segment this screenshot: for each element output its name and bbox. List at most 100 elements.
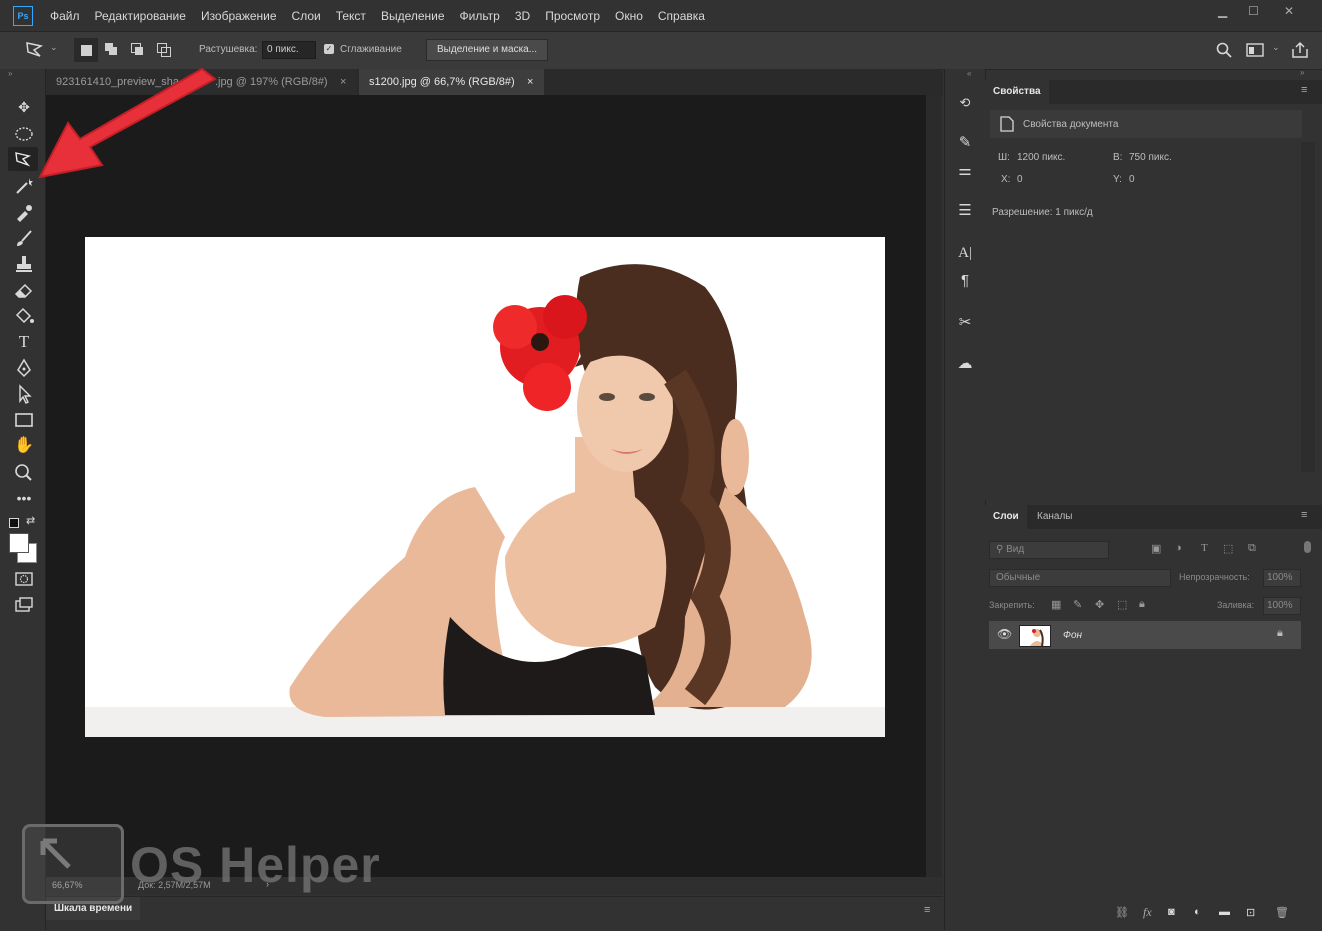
- menu-image[interactable]: Изображение: [201, 9, 277, 23]
- pen-tool-icon[interactable]: [12, 358, 36, 378]
- lock-all-icon[interactable]: 🔒︎: [1139, 598, 1145, 611]
- filter-adjustment-icon[interactable]: ◑: [1175, 542, 1182, 554]
- maximize-button[interactable]: ☐: [1248, 4, 1259, 18]
- height-value[interactable]: 750 пикс.: [1129, 152, 1172, 163]
- new-group-icon[interactable]: ▬: [1219, 906, 1230, 918]
- tab-properties[interactable]: Свойства: [985, 80, 1049, 104]
- eraser-tool-icon[interactable]: [12, 280, 36, 300]
- subtract-selection-button[interactable]: [131, 43, 145, 57]
- menu-filter[interactable]: Фильтр: [460, 9, 500, 23]
- new-layer-icon[interactable]: ⊡: [1246, 906, 1255, 919]
- menu-view[interactable]: Просмотр: [545, 9, 600, 23]
- eye-visibility-icon[interactable]: 👁︎: [997, 627, 1012, 641]
- layer-row[interactable]: 👁︎ Фон 🔒︎: [989, 621, 1301, 649]
- menu-select[interactable]: Выделение: [381, 9, 445, 23]
- tab-channels[interactable]: Каналы: [1029, 505, 1081, 529]
- link-layers-icon[interactable]: ⛓: [1115, 906, 1129, 919]
- history-icon[interactable]: ⟲: [953, 91, 977, 115]
- properties-menu-icon[interactable]: ≡: [1301, 84, 1307, 96]
- new-selection-icon: [81, 45, 92, 56]
- quick-mask-icon[interactable]: [12, 569, 36, 589]
- screen-mode-icon[interactable]: [12, 595, 36, 615]
- menu-help[interactable]: Справка: [658, 9, 705, 23]
- filter-image-icon[interactable]: ▣: [1151, 542, 1161, 555]
- paint-bucket-tool-icon[interactable]: [12, 306, 36, 326]
- add-mask-icon[interactable]: ◙: [1168, 906, 1175, 918]
- hand-tool-icon[interactable]: ✋: [12, 436, 36, 456]
- paragraph-icon[interactable]: ¶: [953, 269, 977, 293]
- intersect-selection-button[interactable]: [157, 43, 171, 57]
- width-value[interactable]: 1200 пикс.: [1017, 152, 1065, 163]
- swap-colors-icon[interactable]: ⇄: [26, 514, 35, 527]
- default-colors-icon[interactable]: [9, 518, 19, 528]
- polygonal-lasso-icon[interactable]: [24, 40, 46, 60]
- tools-preset-icon[interactable]: ✂: [953, 311, 977, 335]
- tab-layers[interactable]: Слои: [985, 505, 1027, 529]
- workspace-chevron-icon[interactable]: ⌄: [1272, 42, 1280, 53]
- menu-text[interactable]: Текст: [336, 9, 366, 23]
- opacity-input[interactable]: 100%: [1263, 569, 1301, 587]
- menu-3d[interactable]: 3D: [515, 9, 530, 23]
- new-selection-button[interactable]: [74, 38, 98, 62]
- y-value[interactable]: 0: [1129, 174, 1135, 185]
- vertical-scrollbar[interactable]: [926, 95, 942, 877]
- fill-input[interactable]: 100%: [1263, 597, 1301, 615]
- menu-layers[interactable]: Слои: [292, 9, 321, 23]
- type-tool-icon[interactable]: T: [12, 332, 36, 352]
- libraries-icon[interactable]: ☰: [953, 199, 977, 223]
- lock-pixels-icon[interactable]: ✎: [1073, 598, 1082, 611]
- new-adjustment-icon[interactable]: ◐: [1194, 906, 1201, 918]
- fx-icon[interactable]: fx: [1143, 905, 1152, 920]
- lock-transparent-icon[interactable]: ▦: [1051, 598, 1061, 611]
- menu-window[interactable]: Окно: [615, 9, 643, 23]
- eyedropper-tool-icon[interactable]: [12, 202, 36, 222]
- filter-smart-object-icon[interactable]: ⧉: [1248, 542, 1256, 555]
- photoshop-logo: Ps: [13, 6, 33, 26]
- tab-close-icon[interactable]: ×: [340, 69, 346, 95]
- layers-header: Слои Каналы ≡: [985, 505, 1322, 529]
- close-button[interactable]: ✕: [1284, 4, 1294, 18]
- subtract-selection-icon-b: [135, 47, 143, 55]
- path-selection-tool-icon[interactable]: [12, 384, 36, 404]
- filter-shape-icon[interactable]: ⬚: [1223, 542, 1233, 555]
- more-tools-icon[interactable]: •••: [12, 488, 36, 508]
- minimize-button[interactable]: ▁: [1218, 4, 1227, 18]
- collapse-strip-icon[interactable]: «: [967, 69, 971, 78]
- tool-preset-chevron-icon[interactable]: ⌄: [50, 42, 58, 53]
- add-selection-button[interactable]: [105, 43, 119, 57]
- x-value[interactable]: 0: [1017, 174, 1023, 185]
- zoom-tool-icon[interactable]: [12, 462, 36, 482]
- creative-cloud-icon[interactable]: ☁: [953, 352, 977, 376]
- layer-filter-dropdown[interactable]: ⚲ Вид: [989, 541, 1109, 559]
- blend-mode-dropdown[interactable]: Обычные: [989, 569, 1171, 587]
- tab-close-icon[interactable]: ×: [527, 69, 533, 95]
- menu-edit[interactable]: Редактирование: [95, 9, 186, 23]
- collapse-toolbar-icon[interactable]: »: [8, 69, 12, 78]
- select-and-mask-button[interactable]: Выделение и маска...: [426, 39, 549, 61]
- foreground-color-swatch[interactable]: [9, 533, 29, 553]
- timeline-menu-icon[interactable]: ≡: [924, 904, 930, 916]
- layers-menu-icon[interactable]: ≡: [1301, 509, 1307, 521]
- properties-scrollbar[interactable]: [1301, 142, 1315, 472]
- collapse-panels-icon[interactable]: »: [1300, 68, 1304, 77]
- opacity-label: Непрозрачность:: [1179, 572, 1250, 582]
- brush-settings-icon[interactable]: ✎: [953, 131, 977, 155]
- brush-tool-icon[interactable]: [12, 228, 36, 248]
- adjustments-icon[interactable]: ⚌: [953, 159, 977, 183]
- search-icon[interactable]: [1216, 42, 1232, 58]
- document-image[interactable]: [85, 237, 885, 737]
- filter-type-icon[interactable]: T: [1201, 542, 1208, 554]
- lock-position-icon[interactable]: ✥: [1095, 598, 1104, 611]
- workspace-icon[interactable]: [1246, 43, 1264, 57]
- rectangle-tool-icon[interactable]: [12, 410, 36, 430]
- clone-stamp-tool-icon[interactable]: [12, 254, 36, 274]
- delete-layer-icon[interactable]: 🗑︎: [1275, 906, 1289, 919]
- tab-document-2[interactable]: s1200.jpg @ 66,7% (RGB/8#) ×: [359, 69, 544, 95]
- filter-toggle[interactable]: [1304, 541, 1311, 553]
- character-icon[interactable]: A|: [953, 241, 977, 265]
- menu-file[interactable]: Файл: [50, 9, 80, 23]
- antialias-checkbox[interactable]: ✓: [324, 44, 334, 54]
- share-icon[interactable]: [1291, 41, 1309, 59]
- feather-input[interactable]: 0 пикс.: [262, 41, 316, 59]
- lock-artboard-icon[interactable]: ⬚: [1117, 598, 1127, 611]
